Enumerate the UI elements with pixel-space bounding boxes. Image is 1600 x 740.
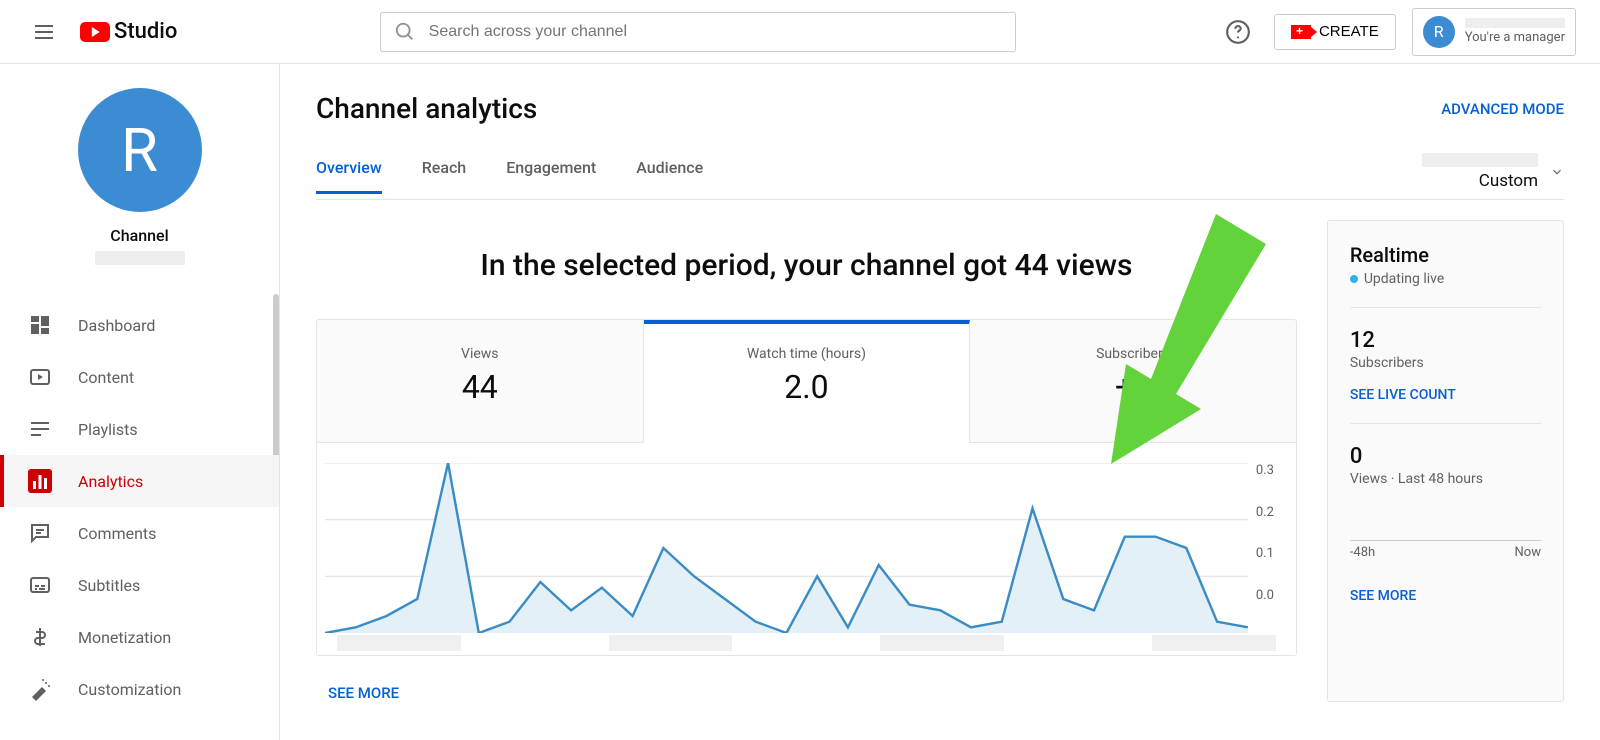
realtime-mini-chart: [1350, 509, 1541, 541]
see-live-count-link[interactable]: SEE LIVE COUNT: [1350, 387, 1541, 403]
metric-label: Watch time (hours): [654, 346, 960, 362]
metric-label: Views: [327, 346, 633, 362]
hamburger-menu-button[interactable]: [24, 12, 64, 52]
sidebar-item-monetization[interactable]: Monetization: [0, 611, 279, 663]
analytics-icon: [28, 469, 52, 493]
youtube-icon: [80, 22, 110, 42]
comments-icon: [28, 521, 52, 545]
nav-label: Analytics: [78, 472, 143, 491]
create-button[interactable]: + CREATE: [1274, 14, 1396, 50]
realtime-see-more-link[interactable]: SEE MORE: [1350, 588, 1541, 604]
chart-area: 0.30.20.10.0: [317, 443, 1296, 655]
page-title: Channel analytics: [316, 92, 537, 125]
metric-tab-views[interactable]: Views 44: [317, 320, 644, 443]
chart-x-axis: [325, 635, 1288, 651]
logo-text: Studio: [114, 19, 177, 44]
studio-logo[interactable]: Studio: [80, 19, 177, 44]
watch-time-chart: [325, 463, 1248, 633]
metric-value: 2.0: [654, 368, 960, 406]
sidebar-item-subtitles[interactable]: Subtitles: [0, 559, 279, 611]
sidebar-item-analytics[interactable]: Analytics: [0, 455, 279, 507]
channel-block: R Channel: [0, 64, 279, 289]
nav-label: Dashboard: [78, 316, 155, 335]
channel-name-redacted: [95, 251, 185, 265]
menu-icon: [32, 20, 56, 44]
chevron-down-icon: [1550, 165, 1564, 179]
metric-label: Subscribers: [980, 346, 1286, 362]
metric-value: 44: [327, 368, 633, 406]
nav-label: Subtitles: [78, 576, 140, 595]
subscriber-label: Subscribers: [1350, 355, 1541, 371]
tab-overview[interactable]: Overview: [316, 158, 382, 194]
tab-engagement[interactable]: Engagement: [506, 158, 596, 194]
tab-audience[interactable]: Audience: [636, 158, 703, 194]
sidebar-nav: Dashboard Content Playlists Analytics Commen…: [0, 289, 279, 715]
help-icon: [1225, 19, 1251, 45]
nav-label: Customization: [78, 680, 181, 699]
search-input[interactable]: [380, 12, 1016, 52]
metric-value: +1: [980, 368, 1286, 406]
app-header: Studio + CREATE R You're a manager: [0, 0, 1600, 64]
sidebar: R Channel Dashboard Content Playlists Analy…: [0, 64, 280, 740]
account-text: You're a manager: [1465, 18, 1565, 45]
views-48h-label: Views · Last 48 hours: [1350, 471, 1541, 487]
nav-label: Playlists: [78, 420, 138, 439]
realtime-x-end: Now: [1515, 545, 1541, 560]
sidebar-item-content[interactable]: Content: [0, 351, 279, 403]
customization-icon: [28, 677, 52, 701]
chart-y-axis: 0.30.20.10.0: [1248, 463, 1288, 603]
metric-tab-watch-time-hours-[interactable]: Watch time (hours) 2.0: [644, 320, 971, 443]
realtime-panel: Realtime Updating live 12 Subscribers SE…: [1327, 220, 1564, 702]
playlists-icon: [28, 417, 52, 441]
date-range-label: Custom: [1479, 171, 1538, 191]
metric-tabs: Views 44 Watch time (hours) 2.0 Subscribers +…: [317, 320, 1296, 443]
live-dot-icon: [1350, 275, 1358, 283]
avatar: R: [1423, 16, 1455, 48]
channel-avatar[interactable]: R: [78, 88, 202, 212]
realtime-x-start: -48h: [1350, 545, 1375, 560]
metric-tab-subscribers[interactable]: Subscribers +1: [970, 320, 1296, 443]
main-content: Channel analytics ADVANCED MODE Overview…: [280, 64, 1600, 740]
see-more-link[interactable]: SEE MORE: [316, 656, 411, 702]
analytics-pane: In the selected period, your channel got…: [316, 220, 1297, 702]
sidebar-item-dashboard[interactable]: Dashboard: [0, 299, 279, 351]
create-label: CREATE: [1319, 23, 1379, 40]
summary-headline: In the selected period, your channel got…: [316, 220, 1297, 319]
views-48h-count: 0: [1350, 444, 1541, 469]
sidebar-item-comments[interactable]: Comments: [0, 507, 279, 559]
header-actions: + CREATE R You're a manager: [1218, 8, 1576, 56]
nav-label: Comments: [78, 524, 156, 543]
subscriber-count: 12: [1350, 328, 1541, 353]
account-switcher[interactable]: R You're a manager: [1412, 8, 1576, 56]
realtime-status: Updating live: [1350, 271, 1541, 287]
search-icon: [394, 21, 416, 43]
account-role: You're a manager: [1465, 30, 1565, 45]
subtitles-icon: [28, 573, 52, 597]
channel-label: Channel: [16, 226, 263, 245]
video-camera-icon: +: [1291, 25, 1311, 39]
sidebar-item-customization[interactable]: Customization: [0, 663, 279, 715]
realtime-title: Realtime: [1350, 243, 1541, 267]
nav-label: Monetization: [78, 628, 171, 647]
tab-reach[interactable]: Reach: [422, 158, 467, 194]
sidebar-item-playlists[interactable]: Playlists: [0, 403, 279, 455]
advanced-mode-link[interactable]: ADVANCED MODE: [1441, 100, 1564, 118]
dashboard-icon: [28, 313, 52, 337]
date-range-picker[interactable]: Custom: [1422, 153, 1564, 199]
date-range-redacted: [1422, 153, 1538, 167]
analytics-tabs: Overview Reach Engagement Audience: [316, 158, 703, 194]
metrics-card: Views 44 Watch time (hours) 2.0 Subscribers +…: [316, 319, 1297, 656]
account-name-redacted: [1465, 18, 1565, 28]
content-icon: [28, 365, 52, 389]
help-button[interactable]: [1218, 12, 1258, 52]
monetization-icon: [28, 625, 52, 649]
nav-label: Content: [78, 368, 134, 387]
search-container: [380, 12, 1016, 52]
